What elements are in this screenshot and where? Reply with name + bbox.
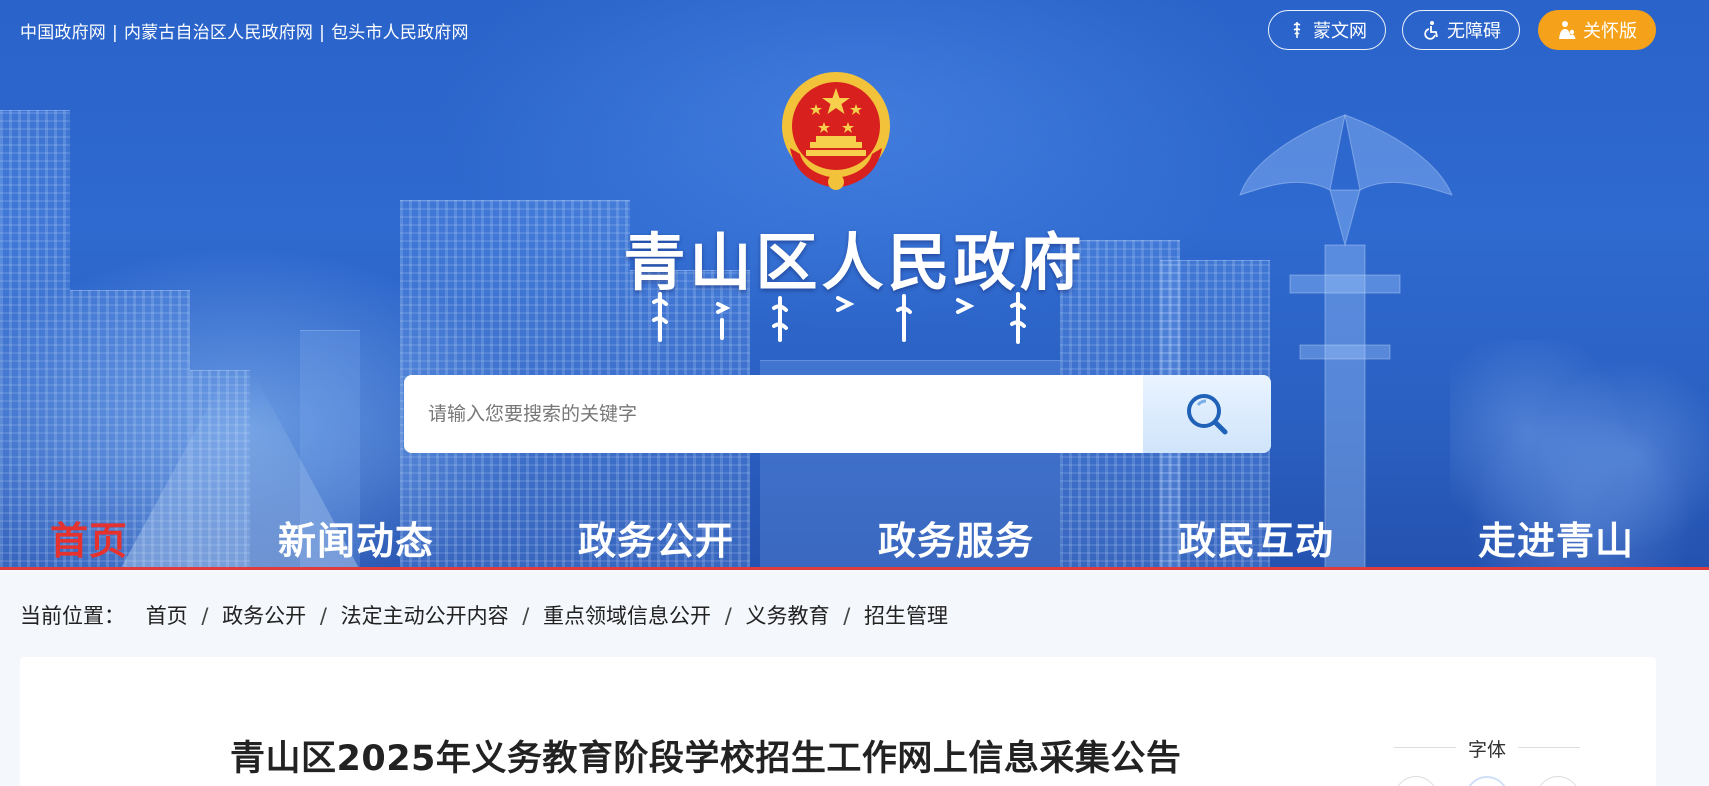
nav-item-about-qingshan[interactable]: 走进青山 [1478, 510, 1634, 565]
breadcrumb-separator: / [201, 604, 209, 628]
breadcrumb: 当前位置： 首页 / 政务公开 / 法定主动公开内容 / 重点领域信息公开 / … [20, 600, 948, 630]
accessibility-label: 无障碍 [1447, 21, 1501, 42]
nav-item-public-interaction[interactable]: 政民互动 [1178, 510, 1334, 565]
nav-item-news[interactable]: 新闻动态 [278, 510, 434, 565]
breadcrumb-item[interactable]: 法定主动公开内容 [341, 604, 509, 628]
search-box [404, 375, 1271, 453]
mongolian-title-script [652, 292, 1026, 344]
national-emblem [782, 72, 890, 190]
article-title: 青山区2025年义务教育阶段学校招生工作网上信息采集公告 [230, 739, 1182, 779]
breadcrumb-item[interactable]: 政务公开 [222, 604, 306, 628]
top-link-separator: | [112, 23, 118, 43]
breadcrumb-separator: / [843, 604, 851, 628]
nav-item-home[interactable]: 首页 [50, 510, 128, 565]
breadcrumb-separator: / [319, 604, 327, 628]
top-link-baotou-gov[interactable]: 包头市人民政府网 [331, 23, 469, 43]
breadcrumb-item[interactable]: 义务教育 [746, 604, 830, 628]
mongolian-site-button[interactable]: 蒙文网 [1268, 10, 1386, 50]
care-mode-button[interactable]: 关怀版 [1538, 10, 1656, 50]
wheelchair-icon [1424, 21, 1438, 40]
accessibility-button[interactable]: 无障碍 [1402, 10, 1520, 50]
breadcrumb-separator: / [724, 604, 732, 628]
deer-statue-illustration [1239, 114, 1453, 570]
top-links: 中国政府网 | 内蒙古自治区人民政府网 | 包头市人民政府网 [20, 18, 469, 43]
breadcrumb-item[interactable]: 重点领域信息公开 [543, 604, 711, 628]
main-nav: 首页 新闻动态 政务公开 政务服务 政民互动 走进青山 [0, 500, 1709, 566]
top-link-separator: | [319, 23, 326, 43]
breadcrumb-item[interactable]: 招生管理 [864, 604, 948, 628]
breadcrumb-separator: / [522, 604, 530, 628]
breadcrumb-label: 当前位置： [20, 604, 125, 628]
breadcrumb-item[interactable]: 首页 [146, 604, 188, 628]
mongolian-script-icon [1293, 22, 1301, 38]
nav-item-gov-services[interactable]: 政务服务 [878, 510, 1034, 565]
nav-item-gov-affairs-disclosure[interactable]: 政务公开 [578, 510, 734, 565]
site-title: 青山区人民政府 [623, 226, 1086, 299]
search-button[interactable] [1143, 375, 1271, 453]
top-link-central-gov[interactable]: 中国政府网 [20, 23, 106, 43]
care-mode-label: 关怀版 [1583, 21, 1637, 42]
mongolian-site-label: 蒙文网 [1313, 21, 1367, 42]
top-link-inner-mongolia-gov[interactable]: 内蒙古自治区人民政府网 [124, 23, 313, 43]
font-size-label: 字体 [1394, 735, 1580, 762]
search-input[interactable] [404, 375, 1143, 453]
elderly-care-icon [1559, 21, 1576, 39]
search-icon [1187, 394, 1228, 435]
